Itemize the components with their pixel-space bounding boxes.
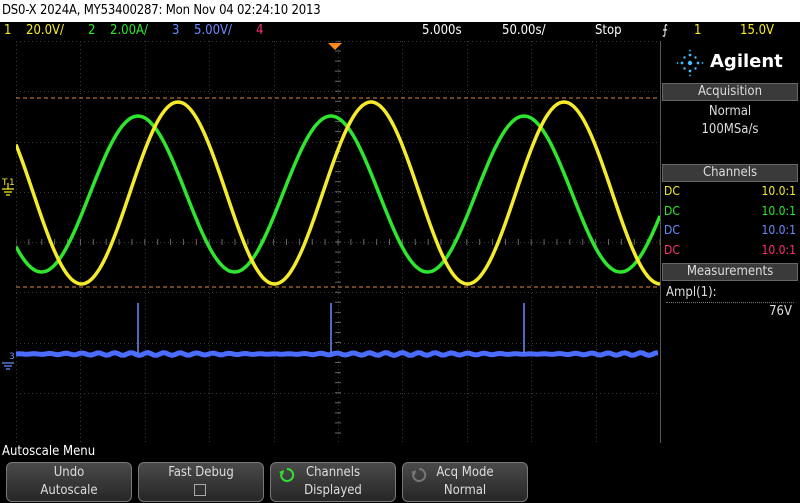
ch2-scale[interactable]: 2.00A/: [110, 23, 148, 38]
status-bar: 1 20.0V/ 2 2.00A/ 3 5.00V/ 4 5.000s 50.0…: [0, 22, 800, 41]
ch3-probe: 10.0:1: [761, 223, 796, 237]
ch3-number[interactable]: 3: [172, 23, 179, 38]
measurement-value: 76V: [769, 304, 792, 319]
acq-mode-button[interactable]: Acq Mode Normal: [402, 462, 528, 502]
window-title: DS0-X 2024A, MY53400287: Mon Nov 04 02:2…: [2, 3, 321, 18]
trigger-level[interactable]: 15.0V: [740, 23, 774, 38]
trigger-edge-icon: ⨍: [662, 23, 669, 38]
timebase-scale[interactable]: 50.00s/: [502, 23, 546, 38]
ch2-coupling: DC: [664, 204, 680, 218]
undo-autoscale-button[interactable]: Undo Autoscale: [6, 462, 132, 502]
measurement-label: Ampl(1):: [666, 285, 717, 300]
channels-header[interactable]: Channels: [662, 164, 798, 182]
ch1-ground-marker: 1: [9, 178, 15, 188]
agilent-spark-icon: [676, 49, 704, 77]
sidebar-border: [660, 41, 661, 443]
channel-row-2: DC 10.0:1: [664, 204, 796, 221]
channel-row-3: DC 10.0:1: [664, 223, 796, 240]
channels-displayed-button[interactable]: Channels Displayed: [270, 462, 396, 502]
ch1-number[interactable]: 1: [4, 23, 11, 38]
ch3-ground-marker: 3: [9, 352, 15, 362]
ch4-coupling: DC: [664, 243, 680, 257]
ch2-number[interactable]: 2: [88, 23, 95, 38]
ch2-probe: 10.0:1: [761, 204, 796, 218]
fast-debug-button[interactable]: Fast Debug: [138, 462, 264, 502]
measurements-header[interactable]: Measurements: [662, 263, 798, 281]
acquisition-rate: 100MSa/s: [701, 122, 759, 137]
ch3-scale[interactable]: 5.00V/: [194, 23, 232, 38]
trigger-source[interactable]: 1: [694, 23, 701, 38]
channel-marker-strip: T 1 3: [1, 178, 15, 370]
ch3-coupling: DC: [664, 223, 680, 237]
timebase-delay[interactable]: 5.000s: [422, 23, 462, 38]
title-bar: DS0-X 2024A, MY53400287: Mon Nov 04 02:2…: [0, 0, 800, 22]
menu-title: Autoscale Menu: [2, 444, 96, 459]
waveform-display[interactable]: [16, 41, 660, 443]
acquisition-header[interactable]: Acquisition: [662, 83, 798, 101]
channel-row-1: DC 10.0:1: [664, 184, 796, 201]
info-sidebar: Agilent Acquisition Normal 100MSa/s Chan…: [660, 41, 800, 443]
run-state: Stop: [595, 23, 622, 38]
brand-name: Agilent: [710, 51, 783, 72]
agilent-logo: Agilent: [666, 47, 796, 77]
ch1-scale[interactable]: 20.0V/: [26, 23, 64, 38]
ch3-trace: [16, 350, 659, 358]
ch1-coupling: DC: [664, 184, 680, 198]
trigger-marker: T: [1, 178, 8, 188]
measurement-separator: [666, 302, 794, 303]
ch4-number[interactable]: 4: [256, 23, 263, 38]
fast-debug-checkbox[interactable]: [194, 484, 206, 496]
acquisition-mode: Normal: [708, 104, 752, 119]
channel-row-4: DC 10.0:1: [664, 243, 796, 260]
ch1-probe: 10.0:1: [761, 184, 796, 198]
ch4-probe: 10.0:1: [761, 243, 796, 257]
